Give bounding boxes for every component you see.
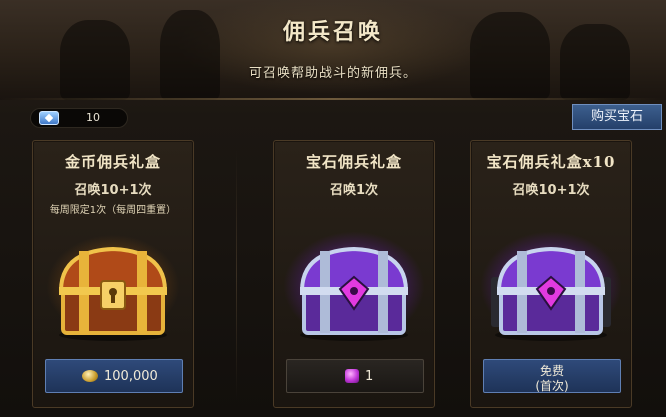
purple-chest-icon[interactable] (489, 237, 613, 341)
gem-mercenary-box-card: 宝石佣兵礼盒 召唤1次 1 (273, 140, 435, 408)
header-divider (0, 98, 666, 100)
buy-gems-button[interactable]: 购买宝石 (572, 104, 662, 130)
gold-chest-icon[interactable] (51, 237, 175, 341)
card-title: 宝石佣兵礼盒 (305, 153, 402, 171)
gold-price-button[interactable]: 100,000 (45, 359, 183, 393)
summon-screen: 佣兵召唤 可召唤帮助战斗的新佣兵。 10 购买宝石 金币佣兵礼盒 召唤10+1次… (0, 0, 666, 417)
gold-coin-icon (82, 370, 98, 382)
page-subtitle: 可召唤帮助战斗的新佣兵。 (248, 66, 417, 81)
gem-icon (39, 111, 59, 125)
page-title: 佣兵召唤 (282, 19, 383, 45)
price-label: 100,000 (104, 369, 158, 384)
card-title: 金币佣兵礼盒 (64, 153, 161, 171)
card-summon-count: 召唤1次 (329, 183, 379, 198)
gem-counter: 10 (30, 108, 128, 128)
price-note: (首次) (535, 379, 569, 393)
purple-gem-icon (345, 369, 359, 383)
column-divider (236, 150, 237, 400)
card-summon-count: 召唤10+1次 (512, 183, 590, 198)
gem-price-button[interactable]: 1 (286, 359, 424, 393)
free-summon-button[interactable]: 免费 (首次) (483, 359, 621, 393)
price-label: 1 (365, 369, 374, 384)
gold-mercenary-box-card: 金币佣兵礼盒 召唤10+1次 每周限定1次（每周四重置） 100,000 (32, 140, 194, 408)
purple-chest-icon[interactable] (292, 237, 416, 341)
card-summon-count: 召唤10+1次 (74, 183, 152, 198)
gem-mercenary-box-x10-card: 宝石佣兵礼盒x10 召唤10+1次 免费 (首次) (470, 140, 632, 408)
gem-count: 10 (86, 111, 100, 124)
card-limit-note: 每周限定1次（每周四重置） (49, 205, 177, 216)
card-title: 宝石佣兵礼盒x10 (486, 153, 616, 171)
